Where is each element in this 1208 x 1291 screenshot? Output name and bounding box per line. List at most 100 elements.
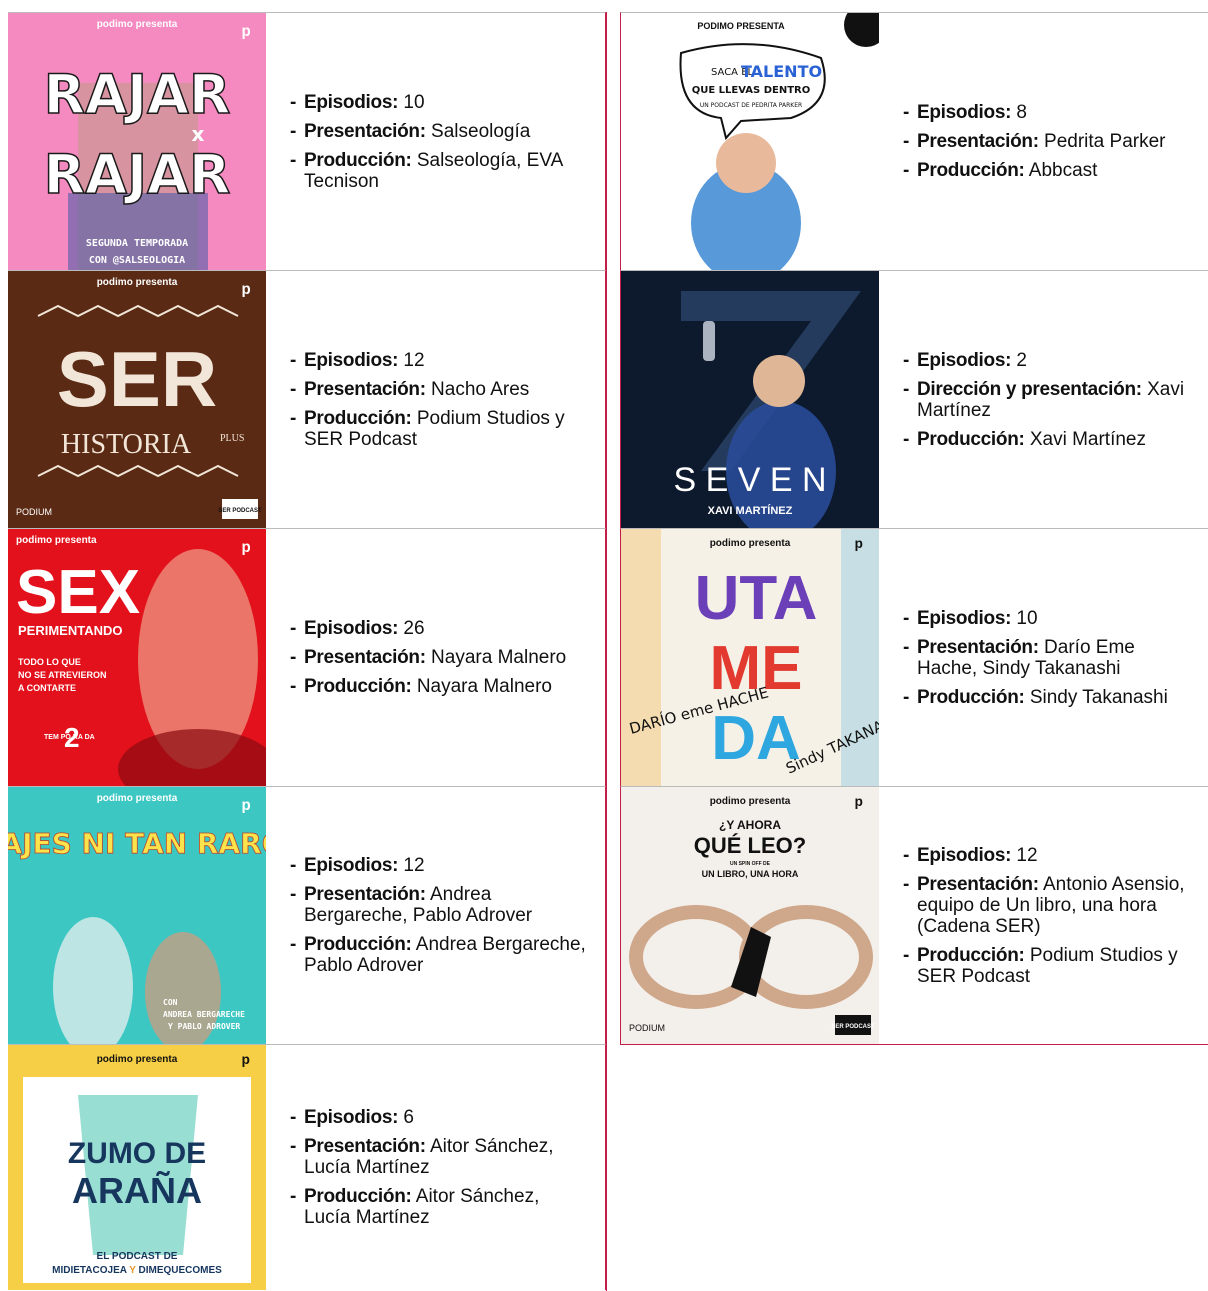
detail-label: Episodios: [917, 607, 1012, 629]
detail-value: Nacho Ares [431, 378, 530, 400]
svg-text:podimo presenta: podimo presenta [97, 1054, 178, 1065]
svg-text:ᵖ: ᵖ [242, 21, 251, 46]
detail-item: Presentación: Darío Eme Hache, Sindy Tak… [903, 637, 1194, 679]
detail-value: 2 [1016, 349, 1027, 371]
podcast-details: Episodios: 10 Presentación: Darío Eme Hac… [879, 529, 1208, 786]
cover-title: UTA [695, 564, 818, 633]
cover-title: S E V E N [673, 461, 826, 499]
detail-item: Presentación: Nayara Malnero [290, 647, 591, 668]
right-column: PODIMO PRESENTA SACA EL TALENTO QUE LLEV… [620, 12, 1208, 1045]
svg-text:CON: CON [163, 998, 178, 1007]
detail-label: Producción: [304, 149, 412, 171]
svg-text:ARAÑA: ARAÑA [72, 1169, 202, 1211]
podcast-details: Episodios: 8 Presentación: Pedrita Parker… [879, 13, 1208, 270]
detail-item: Episodios: 6 [290, 1107, 591, 1128]
detail-value: Xavi Martínez [1029, 428, 1146, 450]
cover-top-label: podimo presenta [97, 19, 178, 30]
svg-text:TODO LO QUE: TODO LO QUE [18, 657, 81, 667]
detail-value: 8 [1016, 102, 1027, 123]
svg-text:TALENTO: TALENTO [741, 62, 822, 81]
cover-sexperimentando[interactable]: podimo presenta ᵖ SEX PERIMENTANDO TODO … [8, 529, 266, 786]
detail-item: Presentación: Aitor Sánchez, Lucía Martí… [290, 1136, 591, 1178]
svg-text:UN LIBRO, UNA HORA: UN LIBRO, UNA HORA [702, 869, 799, 879]
svg-text:CON @SALSEOLOGIA: CON @SALSEOLOGIA [89, 255, 185, 266]
detail-item: Episodios: 8 [903, 102, 1194, 123]
svg-text:Y PABLO ADROVER: Y PABLO ADROVER [168, 1022, 240, 1031]
detail-item: Producción: Aitor Sánchez, Lucía Martíne… [290, 1186, 591, 1228]
podcast-row-zumo: podimo presenta ᵖ ZUMO DE ARAÑA EL PODCA… [8, 1044, 606, 1290]
detail-item: Episodios: 12 [290, 855, 591, 876]
svg-text:ᵖ: ᵖ [242, 279, 251, 304]
detail-item: Episodios: 12 [903, 845, 1194, 866]
svg-text:A CONTARTE: A CONTARTE [18, 683, 76, 693]
detail-item: Episodios: 10 [903, 608, 1194, 629]
detail-value: Salseología [431, 120, 531, 142]
detail-item: Episodios: 26 [290, 618, 591, 639]
podcast-row-talento: PODIMO PRESENTA SACA EL TALENTO QUE LLEV… [620, 12, 1208, 270]
svg-text:ᵖ: ᵖ [242, 1052, 250, 1074]
detail-value: Sindy Takanashi [1029, 686, 1168, 708]
detail-item: Producción: Abbcast [903, 160, 1194, 181]
svg-text:ᵖ: ᵖ [242, 537, 251, 562]
detail-label: Episodios: [917, 844, 1012, 866]
detail-label: Episodios: [304, 855, 399, 876]
detail-label: Presentación: [917, 636, 1039, 658]
detail-item: Presentación: Andrea Bergareche, Pablo A… [290, 884, 591, 926]
svg-text:podimo presenta: podimo presenta [97, 793, 178, 804]
detail-label: Producción: [304, 676, 412, 697]
svg-text:PLUS: PLUS [220, 433, 244, 444]
detail-label: Presentación: [917, 873, 1039, 895]
svg-text:EL PODCAST DE: EL PODCAST DE [97, 1251, 178, 1262]
svg-text:QUÉ LEO?: QUÉ LEO? [694, 833, 806, 858]
podcast-details: Episodios: 26 Presentación: Nayara Malner… [266, 529, 605, 786]
cover-talento[interactable]: PODIMO PRESENTA SACA EL TALENTO QUE LLEV… [621, 13, 879, 270]
detail-label: Dirección y presentación: [917, 378, 1142, 400]
detail-item: Producción: Salseología, EVA Tecnison [290, 150, 591, 192]
cover-viajes[interactable]: podimo presenta ᵖ VIAJES NI TAN RAROS CO… [8, 787, 266, 1044]
cover-art-rajar: podimo presenta ᵖ RAJAR x RAJAR SEGUNDA … [8, 13, 266, 270]
detail-label: Producción: [304, 1186, 412, 1207]
svg-text:podimo presenta: podimo presenta [16, 535, 97, 546]
detail-label: Presentación: [917, 131, 1039, 152]
detail-item: Presentación: Pedrita Parker [903, 131, 1194, 152]
podcast-row-seven: S E V E N XAVI MARTÍNEZ Episodios: 2 Dire… [620, 270, 1208, 528]
cover-ser-historia[interactable]: podimo presenta ᵖ SER HISTORIA PLUS PODI… [8, 271, 266, 528]
cover-utameda[interactable]: podimo presenta ᵖ UTA ME DA DARÍO eme HA… [621, 529, 879, 786]
detail-item: Presentación: Salseología [290, 121, 591, 142]
detail-value: 12 [403, 855, 425, 876]
cover-title-b: RAJAR [44, 143, 231, 206]
svg-text:SER PODCAST: SER PODCAST [218, 508, 262, 514]
detail-value: 10 [403, 91, 425, 113]
detail-label: Episodios: [917, 102, 1012, 123]
svg-text:PERIMENTANDO: PERIMENTANDO [18, 623, 122, 638]
cover-title: SER [57, 335, 217, 423]
detail-value: Abbcast [1028, 160, 1098, 181]
detail-item: Presentación: Antonio Asensio, equipo de… [903, 874, 1194, 937]
detail-value: Nayara Malnero [431, 647, 567, 668]
column-divider [606, 12, 607, 1291]
svg-text:PODIUM: PODIUM [629, 1023, 665, 1033]
detail-item: Producción: Sindy Takanashi [903, 687, 1194, 708]
cover-rajar[interactable]: podimo presenta ᵖ RAJAR x RAJAR SEGUNDA … [8, 13, 266, 270]
cover-title: ¿Y AHORA [719, 818, 781, 832]
cover-seven[interactable]: S E V E N XAVI MARTÍNEZ [621, 271, 879, 528]
cover-zumo[interactable]: podimo presenta ᵖ ZUMO DE ARAÑA EL PODCA… [8, 1045, 266, 1290]
detail-label: Presentación: [304, 120, 426, 142]
detail-value: 12 [1016, 844, 1038, 866]
left-column: podimo presenta ᵖ RAJAR x RAJAR SEGUNDA … [8, 12, 606, 1290]
detail-item: Producción: Podium Studios y SER Podcast [290, 408, 591, 450]
detail-label: Episodios: [304, 618, 399, 639]
detail-item: Producción: Xavi Martínez [903, 429, 1194, 450]
svg-text:SEGUNDA TEMPORADA: SEGUNDA TEMPORADA [86, 238, 188, 249]
detail-label: Presentación: [304, 378, 426, 400]
svg-text:podimo presenta: podimo presenta [710, 796, 791, 807]
detail-label: Producción: [304, 407, 412, 429]
svg-text:podimo presenta: podimo presenta [97, 277, 178, 288]
svg-text:PODIUM: PODIUM [16, 507, 52, 517]
svg-text:UN PODCAST DE PEDRITA PARKER: UN PODCAST DE PEDRITA PARKER [700, 102, 802, 109]
svg-text:PODIMO PRESENTA: PODIMO PRESENTA [697, 21, 785, 31]
detail-value: Pedrita Parker [1044, 131, 1166, 152]
detail-label: Episodios: [917, 349, 1012, 371]
cover-leo[interactable]: podimo presenta ᵖ ¿Y AHORA QUÉ LEO? UN S… [621, 787, 879, 1044]
podcast-details: Episodios: 2 Dirección y presentación: Xa… [879, 271, 1208, 528]
